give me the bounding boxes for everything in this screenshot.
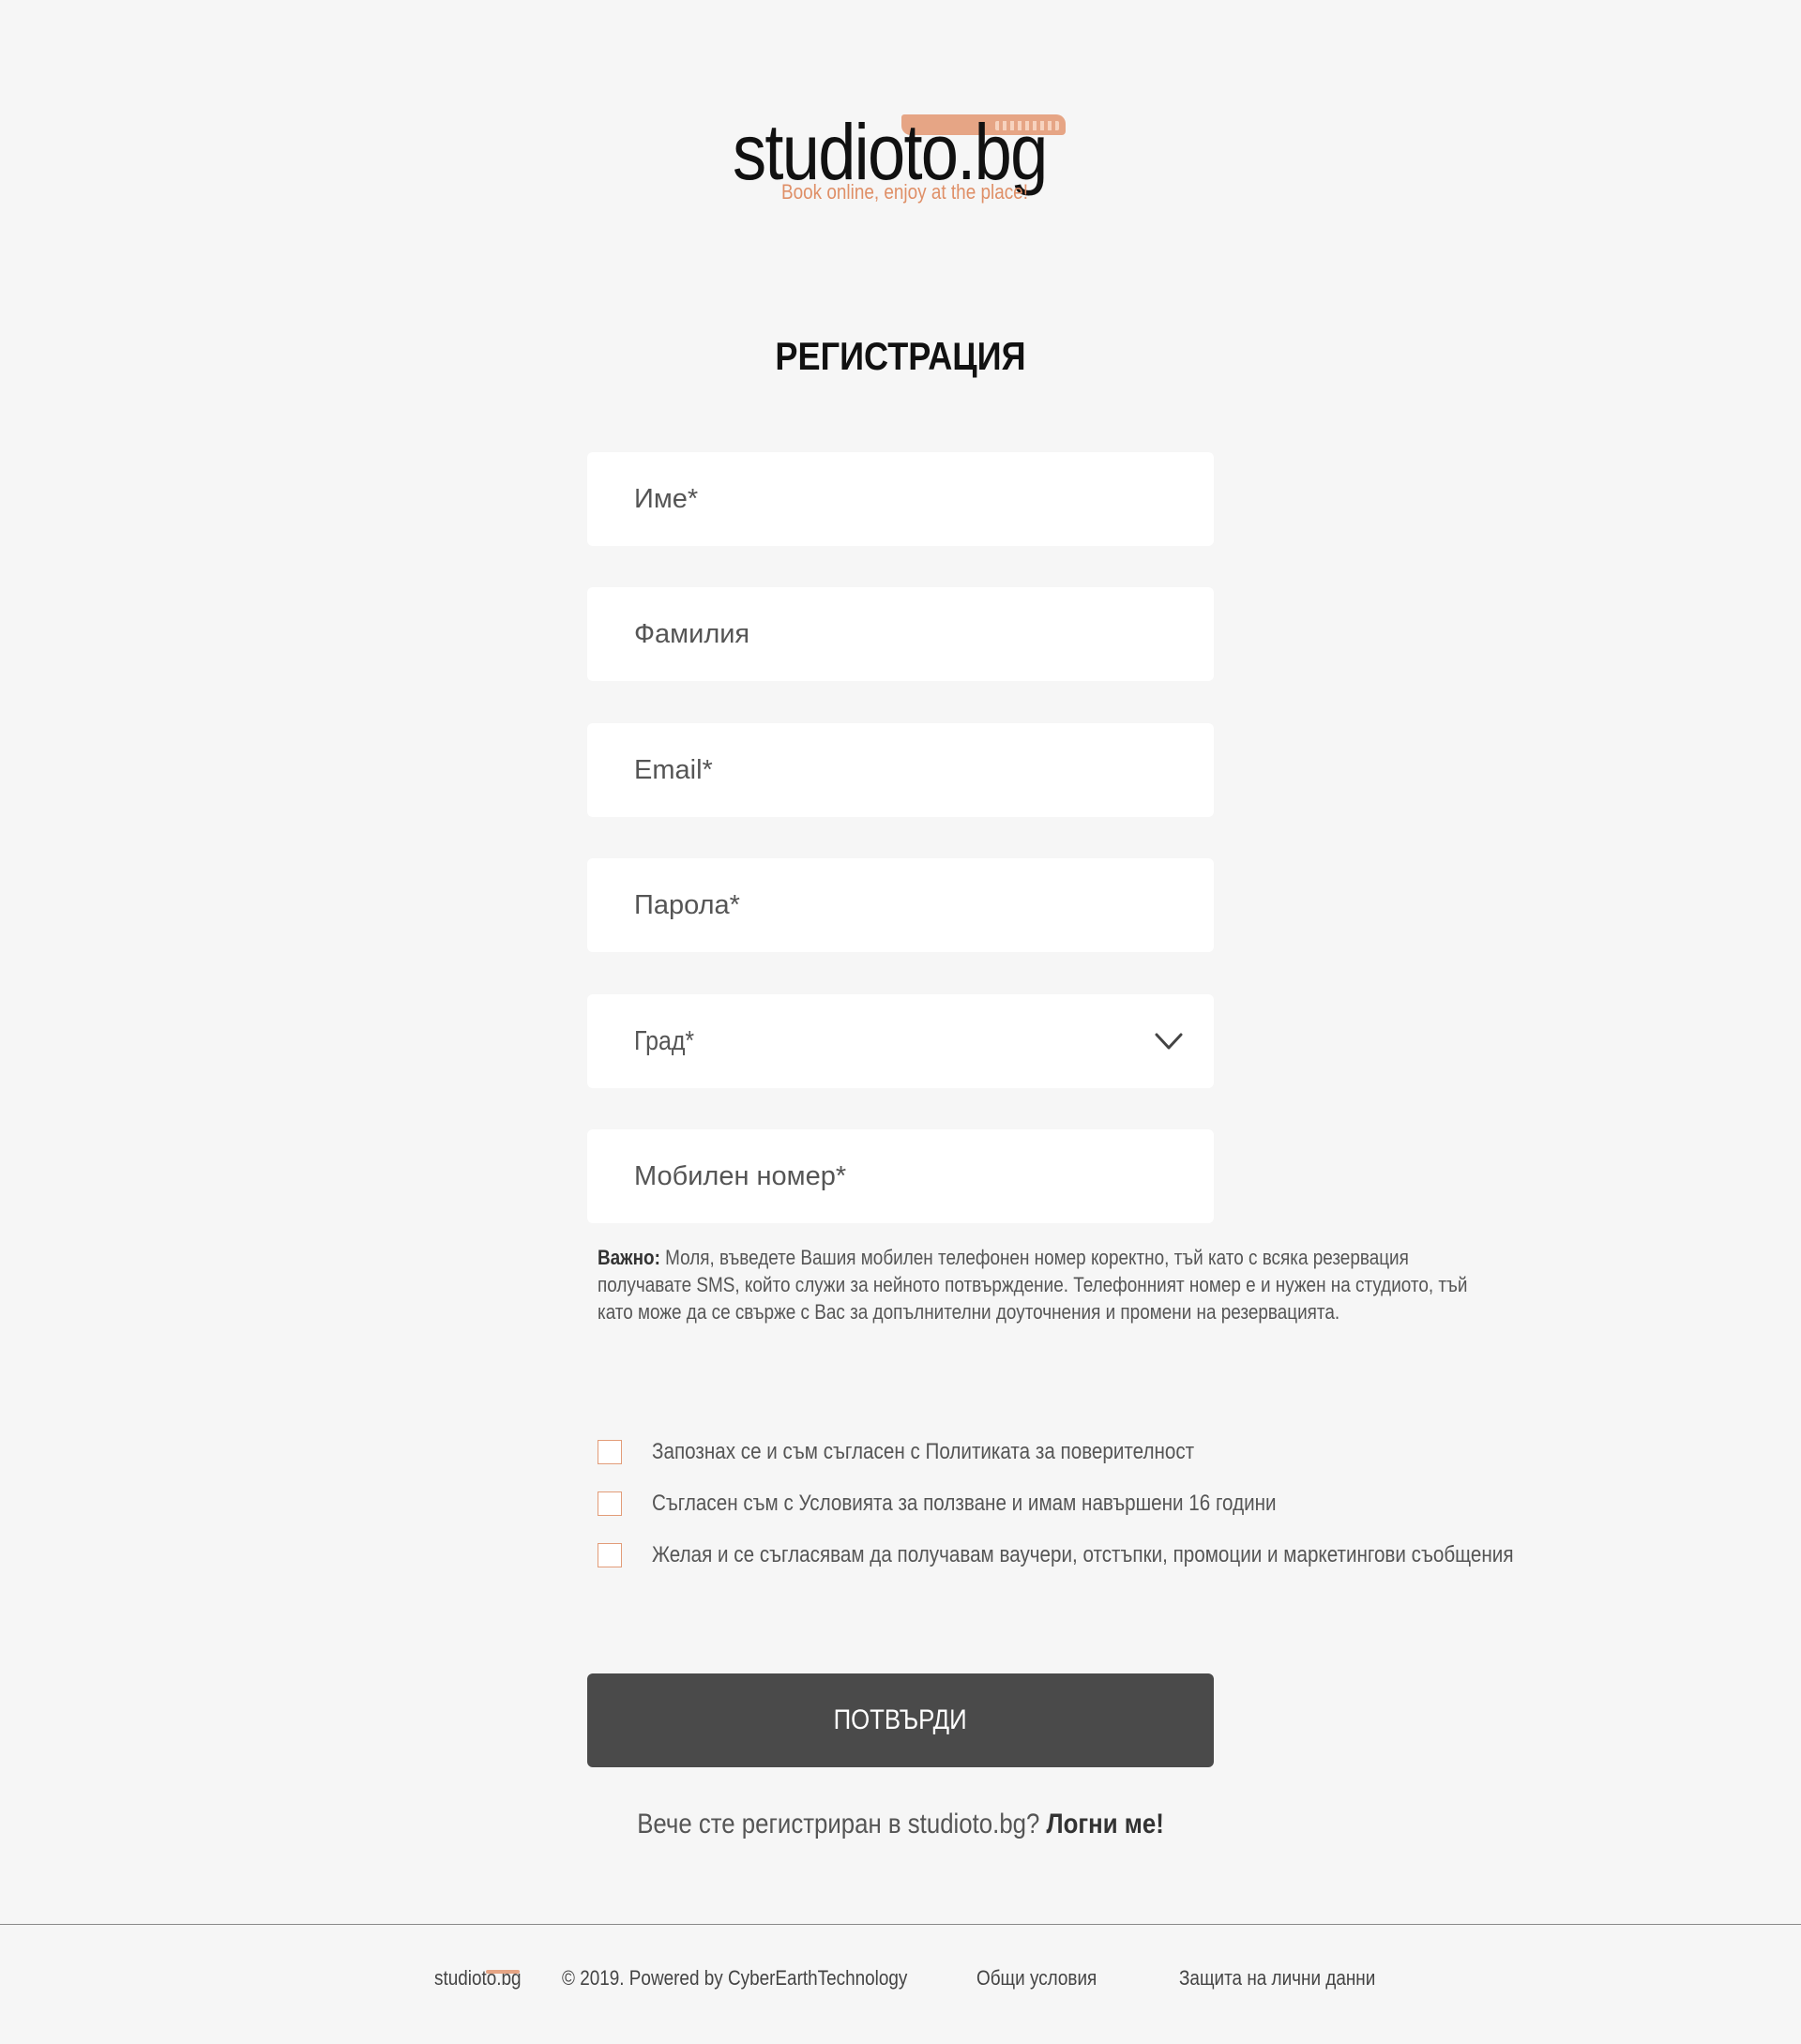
email-field[interactable] bbox=[587, 723, 1214, 817]
footer-divider bbox=[0, 1924, 1801, 1925]
city-select[interactable]: Град* bbox=[587, 994, 1214, 1088]
marketing-consent[interactable]: Желая и се съгласявам да получавам вауче… bbox=[598, 1541, 1654, 1569]
terms-checkbox[interactable] bbox=[598, 1491, 622, 1516]
submit-button[interactable]: ПОТВЪРДИ bbox=[587, 1673, 1214, 1767]
marketing-consent-label: Желая и се съгласявам да получавам вауче… bbox=[652, 1542, 1514, 1567]
last-name-input[interactable] bbox=[634, 587, 1169, 681]
chevron-down-icon[interactable] bbox=[1154, 1026, 1184, 1056]
first-name-field[interactable] bbox=[587, 452, 1214, 546]
password-field[interactable] bbox=[587, 858, 1214, 952]
mobile-number-field[interactable] bbox=[587, 1129, 1214, 1223]
footer-privacy-link[interactable]: Защита на лични данни bbox=[1179, 1966, 1375, 1991]
footer-copyright: © 2019. Powered by CyberEarthTechnology bbox=[562, 1966, 908, 1990]
email-input[interactable] bbox=[634, 723, 1169, 817]
privacy-consent[interactable]: Запознах се и съм съгласен с Политиката … bbox=[598, 1438, 1282, 1466]
registration-page: studioto.bg Book online, enjoy at the pl… bbox=[0, 0, 1801, 2044]
login-prompt: Вече сте регистриран в studioto.bg? Логн… bbox=[126, 1809, 1674, 1840]
phone-note-label: Важно: bbox=[598, 1246, 660, 1269]
mobile-number-input[interactable] bbox=[634, 1129, 1169, 1223]
city-select-label: Град* bbox=[634, 1026, 695, 1056]
footer-comb-mark bbox=[486, 1970, 520, 1974]
phone-note-text: Моля, въведете Вашия мобилен телефонен н… bbox=[598, 1246, 1468, 1324]
terms-consent[interactable]: Съгласен съм с Условията за ползване и и… bbox=[598, 1490, 1378, 1518]
password-input[interactable] bbox=[634, 858, 1169, 952]
page-title: РЕГИСТРАЦИЯ bbox=[775, 334, 1026, 378]
login-link[interactable]: Логни ме! bbox=[1047, 1809, 1164, 1840]
phone-note: Важно: Моля, въведете Вашия мобилен теле… bbox=[598, 1244, 1469, 1325]
submit-button-label: ПОТВЪРДИ bbox=[833, 1704, 968, 1735]
terms-consent-label: Съгласен съм с Условията за ползване и и… bbox=[652, 1491, 1277, 1516]
login-prompt-text: Вече сте регистриран в studioto.bg? bbox=[637, 1809, 1040, 1840]
privacy-consent-label: Запознах се и съм съгласен с Политиката … bbox=[652, 1439, 1195, 1464]
marketing-checkbox[interactable] bbox=[598, 1543, 622, 1567]
logo[interactable]: studioto.bg Book online, enjoy at the pl… bbox=[733, 105, 1070, 208]
logo-tagline: Book online, enjoy at the place! bbox=[781, 180, 1028, 204]
footer-terms-link[interactable]: Общи условия bbox=[976, 1966, 1097, 1991]
last-name-field[interactable] bbox=[587, 587, 1214, 681]
first-name-input[interactable] bbox=[634, 452, 1169, 546]
privacy-checkbox[interactable] bbox=[598, 1440, 622, 1464]
